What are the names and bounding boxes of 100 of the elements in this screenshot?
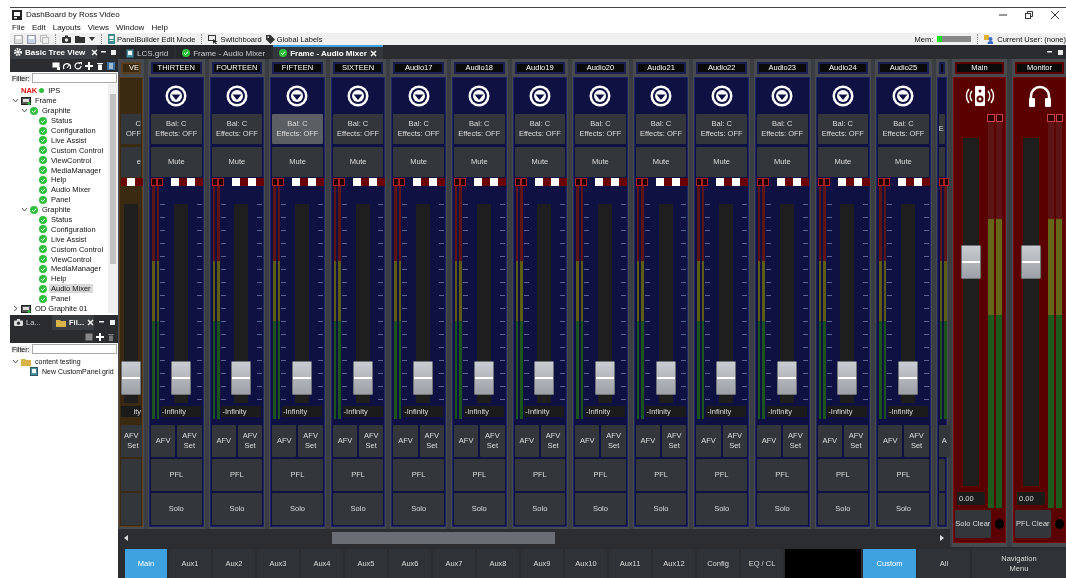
folder-icon xyxy=(21,357,31,366)
menu-item[interactable]: Help xyxy=(151,22,168,32)
status-ok-icon xyxy=(182,49,191,57)
caret-icon[interactable] xyxy=(21,107,28,115)
minimize-icon[interactable] xyxy=(98,319,105,326)
minimize-icon[interactable] xyxy=(1046,48,1053,56)
window-title: DashBoard by Ross Video xyxy=(26,10,120,19)
mute-indicator-icon xyxy=(121,177,143,186)
fader-knob[interactable] xyxy=(1020,244,1041,279)
menu-item[interactable]: Window xyxy=(115,22,145,32)
fader-knob[interactable] xyxy=(170,360,191,395)
fader-knob[interactable] xyxy=(231,360,252,395)
fader-knob[interactable] xyxy=(655,360,676,395)
editor-tab[interactable]: Frame - Audio Mixer xyxy=(176,45,272,59)
caret-icon[interactable] xyxy=(12,305,19,313)
refresh-icon[interactable] xyxy=(74,61,82,70)
fader-knob[interactable] xyxy=(121,360,141,395)
status-ok-icon xyxy=(279,49,288,57)
editor-tab[interactable]: Frame - Audio Mixer xyxy=(273,45,383,59)
close-icon[interactable] xyxy=(1050,9,1060,20)
connector-icon xyxy=(710,85,733,107)
fader-knob[interactable] xyxy=(352,360,373,395)
folder-icon xyxy=(56,318,66,327)
connector-icon xyxy=(892,85,915,107)
fader-knob[interactable] xyxy=(897,360,918,395)
connector-icon xyxy=(831,85,854,107)
scrollbar[interactable] xyxy=(118,529,950,547)
status-dot-icon xyxy=(39,88,45,94)
add-icon[interactable] xyxy=(96,332,104,341)
peak-indicator-icon xyxy=(986,114,1004,122)
filter-field[interactable] xyxy=(31,344,117,354)
fader-knob[interactable] xyxy=(776,360,797,395)
caret-icon[interactable] xyxy=(89,37,95,41)
restore-icon[interactable] xyxy=(1024,9,1034,20)
connector-icon xyxy=(528,85,551,107)
list-view-icon[interactable] xyxy=(107,61,115,70)
maximize-icon[interactable] xyxy=(110,48,117,56)
fader-knob[interactable] xyxy=(960,244,981,279)
dock-tab[interactable]: Basic Tree View xyxy=(10,45,97,59)
fader-knob[interactable] xyxy=(716,360,737,395)
scroll-right-icon xyxy=(940,535,944,541)
grid-file-icon xyxy=(30,367,38,377)
maximize-icon[interactable] xyxy=(1057,48,1064,56)
new-panel-icon[interactable] xyxy=(52,61,60,70)
settings-icon xyxy=(14,48,22,56)
mute-indicator-icon xyxy=(878,177,931,186)
menu-item[interactable]: Views xyxy=(87,22,109,32)
mute-indicator-icon xyxy=(635,177,688,186)
connector-icon xyxy=(468,85,491,107)
app-logo-icon xyxy=(12,9,22,20)
connector-icon xyxy=(407,85,430,107)
mute-indicator-icon xyxy=(756,177,809,186)
mute-indicator-icon xyxy=(696,177,749,186)
connector-icon xyxy=(286,85,309,107)
filter-field[interactable] xyxy=(31,73,117,83)
fader-knob[interactable] xyxy=(534,360,555,395)
gauge-icon[interactable] xyxy=(63,61,71,70)
caret-icon[interactable] xyxy=(12,97,19,105)
channel-name-label xyxy=(938,62,945,74)
indicator-dot xyxy=(994,519,1004,529)
mute-indicator-icon xyxy=(453,177,506,186)
frame-icon xyxy=(21,304,31,313)
grid-file-icon xyxy=(126,48,134,58)
delete-icon[interactable] xyxy=(96,61,104,70)
caret-icon[interactable] xyxy=(21,206,28,214)
menu-item[interactable]: File xyxy=(12,22,25,32)
fader-knob[interactable] xyxy=(837,360,858,395)
save-icon[interactable] xyxy=(85,332,93,341)
camera-icon xyxy=(14,319,23,326)
mute-indicator-icon xyxy=(817,177,870,186)
fader-knob[interactable] xyxy=(473,360,494,395)
connector-icon xyxy=(589,85,612,107)
save-as-icon[interactable] xyxy=(27,34,36,44)
headphones-icon xyxy=(1027,84,1052,108)
connector-icon xyxy=(165,85,188,107)
fader-knob[interactable] xyxy=(292,360,312,395)
connector-icon xyxy=(347,85,370,107)
maximize-icon[interactable] xyxy=(109,319,116,326)
mute-indicator-icon xyxy=(514,177,567,186)
folder-icon[interactable] xyxy=(75,35,85,43)
add-icon[interactable] xyxy=(85,61,93,70)
user-icon xyxy=(984,34,994,44)
panel-builder-icon xyxy=(108,34,115,44)
indicator-dot xyxy=(1054,519,1064,529)
connector-icon xyxy=(650,85,673,107)
minimize-icon[interactable] xyxy=(100,48,107,56)
menu-item[interactable]: Layouts xyxy=(52,22,81,32)
frame-icon xyxy=(21,96,31,105)
editor-tab[interactable]: LCS.grid xyxy=(120,45,175,59)
mute-indicator-icon xyxy=(151,177,203,186)
mute-indicator-icon xyxy=(393,177,446,186)
scroll-left-icon xyxy=(124,535,128,541)
menu-item[interactable]: Edit xyxy=(31,22,46,32)
camera-icon[interactable] xyxy=(62,35,71,43)
fader-knob[interactable] xyxy=(413,360,434,395)
fader-knob[interactable] xyxy=(594,360,615,395)
scrollbar[interactable] xyxy=(108,84,118,313)
speaker-icon xyxy=(964,85,995,107)
switchboard-icon xyxy=(208,34,219,44)
caret-icon[interactable] xyxy=(12,358,19,366)
